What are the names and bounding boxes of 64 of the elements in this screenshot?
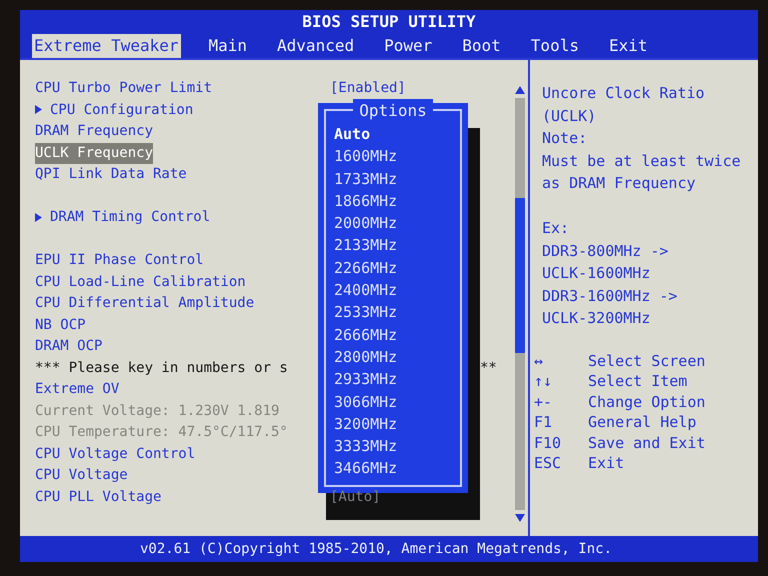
option-item[interactable]: 2133MHz [334,234,460,257]
help-text: DDR3-800MHz -> [542,240,670,262]
menu-tab[interactable]: Boot [460,34,503,58]
key-label: ↔ [534,350,544,370]
key-label: F10 [534,432,562,452]
option-item[interactable]: 1600MHz [334,145,460,168]
menu-tab[interactable]: Main [206,34,250,58]
option-item[interactable]: 1866MHz [334,190,460,212]
key-action: Exit [588,453,624,472]
option-item[interactable]: 3333MHz [334,435,460,458]
menu-tab[interactable]: Extreme Tweaker [32,34,180,58]
setting-item[interactable]: CPU Turbo Power Limit [35,78,330,100]
key-label: +- [534,392,554,411]
scroll-down-icon[interactable] [515,514,525,522]
option-item[interactable]: 2533MHz [334,301,460,324]
option-item[interactable]: 2000MHz [334,212,460,234]
status-reading: Current Voltage: 1.230V 1.819 [35,402,280,421]
help-text: DDR3-1600MHz -> [542,286,678,306]
option-item[interactable]: Auto [334,123,460,146]
submenu-arrow-icon [35,105,42,114]
option-item[interactable]: 2800MHz [334,346,460,368]
key-label: ESC [534,453,562,472]
status-reading: CPU Temperature: 47.5°C/117.5° [35,423,289,442]
key-label: ↑↓ [534,371,554,390]
window-title: BIOS SETUP UTILITY [302,11,476,33]
help-text: UCLK-1600MHz [542,263,652,284]
key-action: Select Item [588,371,688,390]
option-item[interactable]: 2666MHz [334,324,460,346]
help-text: (UCLK) [542,106,598,126]
menu-tab[interactable]: Power [382,34,434,58]
help-text: as DRAM Frequency [542,173,697,194]
setting-item[interactable]: UCLK Frequency [35,142,154,164]
note-text: ** [480,358,497,378]
option-item[interactable]: 2266MHz [334,256,460,280]
option-item[interactable]: 2400MHz [334,279,460,302]
setting-value: [Enabled] [330,79,407,98]
key-action: Change Option [588,392,706,411]
menu-tab[interactable]: Exit [606,34,650,58]
key-label: F1 [534,412,554,432]
scroll-up-icon[interactable] [515,86,525,94]
setting-value: [Auto] [330,488,382,507]
copyright-text: v02.61 (C)Copyright 1985-2010, American Megatrends, Inc. [140,540,612,558]
help-text: UCLK-3200MHz [542,308,652,329]
key-action: General Help [588,412,696,432]
setting-item[interactable]: DRAM Timing Control [35,207,330,228]
submenu-arrow-icon [35,212,42,222]
scrollbar[interactable] [512,86,528,522]
option-item[interactable]: 2933MHz [334,368,460,391]
option-item[interactable]: 3466MHz [334,457,460,480]
help-text: Uncore Clock Ratio [542,83,706,104]
key-action: Select Screen [588,350,706,370]
option-item[interactable]: 3066MHz [334,390,460,413]
note-text: *** Please key in numbers or s [35,358,289,378]
option-item[interactable]: 1733MHz [334,168,460,190]
setting-item[interactable]: CPU Configuration [35,100,330,121]
key-action: Save and Exit [588,432,706,452]
menu-tab[interactable]: Tools [528,34,581,58]
help-text: Note: [542,128,588,149]
scroll-thumb[interactable] [515,198,525,353]
help-text: Must be at least twice [542,150,742,172]
menu-tab[interactable]: Advanced [275,34,356,58]
help-text: Ex: [542,218,570,239]
setting-item[interactable]: CPU PLL Voltage [35,486,330,508]
option-item[interactable]: 3200MHz [334,412,460,436]
